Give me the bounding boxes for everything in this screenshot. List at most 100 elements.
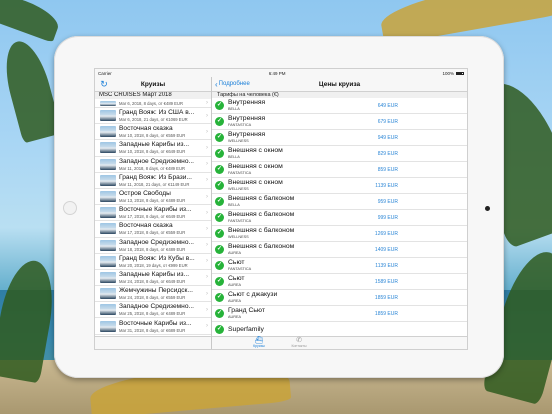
cruise-meta: Mar 24, 2018, 8 days, от €559 EUR	[119, 295, 186, 301]
cruise-name: Жемчужины Персидск...	[119, 287, 193, 295]
cruise-row[interactable]: Западное Средиземно... Mar 11, 2018, 8 da…	[95, 157, 211, 173]
cruise-name: Восточная сказка	[119, 125, 173, 133]
ship-name: FANTASTICA	[228, 219, 252, 223]
fare-row[interactable]: ✓ Внешняя с окном WELLNESS 1139 EUR	[212, 178, 467, 194]
checkmark-icon: ✓	[215, 133, 224, 142]
fare-list[interactable]: Тарифы на человека (€) ✓ Внутренняя BELLA 6…	[212, 92, 467, 336]
chevron-right-icon: ›	[206, 225, 208, 232]
cabin-type: Внешняя с балконом	[228, 227, 295, 234]
back-button[interactable]: ‹ Подробнее	[215, 80, 250, 89]
fare-price: 1589 EUR	[374, 278, 398, 285]
ship-thumbnail	[100, 191, 116, 203]
checkmark-icon: ✓	[215, 165, 224, 174]
ship-name: FANTASTICA	[228, 171, 252, 175]
fare-price: 999 EUR	[377, 214, 398, 221]
cruise-name: Восточные Карибы из...	[119, 319, 192, 327]
cruise-row[interactable]: Жемчужины Персидск... Mar 24, 2018, 8 day…	[95, 286, 211, 303]
cruise-row[interactable]: Восточная сказка Mar 17, 2018, 8 days, от…	[95, 221, 211, 238]
cruise-row[interactable]: Mar 6, 2018, 8 days, от €489 EUR ›	[95, 99, 211, 108]
tab-bar	[95, 336, 211, 349]
ship-name: AUREA	[228, 283, 242, 287]
checkmark-icon: ✓	[215, 261, 224, 270]
cruise-meta: Mar 17, 2018, 8 days, от €649 EUR	[119, 214, 186, 220]
ship-name: FANTASTICA	[228, 123, 252, 127]
carrier-label: Carrier	[98, 70, 112, 76]
ship-name: BELLA	[228, 203, 240, 207]
fare-price: 959 EUR	[377, 198, 398, 205]
chevron-right-icon: ›	[206, 100, 208, 106]
cruise-meta: Mar 31, 2018, 8 days, от €689 EUR	[119, 327, 186, 333]
fare-row[interactable]: ✓ Сьют с джакузи AUREA 1859 EUR	[212, 290, 467, 306]
screen: Carrier 6:49 PM 100% ↻ Круизы MSC CRUISE…	[94, 68, 468, 350]
checkmark-icon: ✓	[215, 117, 224, 126]
ship-thumbnail	[100, 255, 116, 267]
cruise-row[interactable]: Западные Карибы из... Mar 24, 2018, 8 day…	[95, 270, 211, 287]
cruise-row[interactable]: Остров Свободы Mar 13, 2018, 8 days, от €…	[95, 189, 211, 206]
fare-row[interactable]: ✓ Внутренняя WELLNESS 949 EUR	[212, 130, 467, 146]
battery-icon	[455, 71, 464, 76]
checkmark-icon: ✓	[215, 293, 224, 302]
cruise-meta: Mar 24, 2018, 8 days, от €649 EUR	[119, 278, 186, 284]
cruise-row[interactable]: Гранд Вояж: Из Кубы в... Mar 20, 2018, 19…	[95, 254, 211, 270]
refresh-icon[interactable]: ↻	[99, 79, 109, 89]
fare-row[interactable]: ✓ Внешняя с окном FANTASTICA 859 EUR	[212, 162, 467, 178]
cruise-meta: Mar 10, 2018, 8 days, от €649 EUR	[119, 149, 186, 155]
cruise-meta: Mar 10, 2018, 8 days, от €559 EUR	[119, 133, 186, 139]
fare-row[interactable]: ✓ Внешняя с балконом WELLNESS 1269 EUR	[212, 226, 467, 242]
cruise-name: Западное Средиземно...	[119, 303, 194, 311]
chevron-right-icon: ›	[206, 161, 208, 168]
fare-row[interactable]: ✓ Внешняя с балконом AUREA 1409 EUR	[212, 242, 467, 258]
cruise-row[interactable]: Восточная сказка Mar 10, 2018, 8 days, от…	[95, 124, 211, 141]
fare-row[interactable]: ✓ Гранд Сьют AUREA 1859 EUR	[212, 306, 467, 322]
cruise-row[interactable]: Западные Карибы из... Mar 10, 2018, 8 day…	[95, 140, 211, 157]
fare-row[interactable]: ✓ Внешняя с окном BELLA 829 EUR	[212, 146, 467, 162]
cruise-meta: Mar 18, 2018, 8 days, от €489 EUR	[119, 246, 186, 252]
fare-price: 1859 EUR	[374, 310, 398, 317]
chevron-right-icon: ›	[206, 177, 208, 184]
cruise-name: Западные Карибы из...	[119, 270, 190, 278]
ship-thumbnail	[100, 110, 116, 122]
fare-price: 649 EUR	[377, 102, 398, 109]
fare-row[interactable]: ✓ Внутренняя BELLA 649 EUR	[212, 98, 467, 114]
cruise-meta: Mar 11, 2018, 8 days, от €489 EUR	[119, 165, 185, 171]
tab-cruises[interactable]: ⛴ Круизы	[244, 337, 274, 348]
fare-price: 1409 EUR	[374, 246, 398, 253]
ship-thumbnail	[100, 223, 116, 235]
tab-label: Контакты	[291, 344, 307, 348]
cruise-row[interactable]: Гранд Вояж: Из Брази... Mar 11, 2018, 21 …	[95, 173, 211, 189]
cruise-row[interactable]: Гранд Вояж: Из США в... Mar 6, 2018, 21 d…	[95, 108, 211, 125]
status-bar: Carrier 6:49 PM 100%	[95, 69, 467, 77]
cruise-meta: Mar 6, 2018, 21 days, от €1069 EUR	[119, 117, 188, 123]
home-button[interactable]	[63, 201, 77, 215]
cruise-row[interactable]: Восточные Карибы из... Mar 31, 2018, 8 da…	[95, 318, 211, 335]
cabin-type: Внешняя с балконом	[228, 211, 295, 218]
palm-frond	[0, 0, 63, 43]
cruise-row[interactable]: Восточные Карибы из... Mar 17, 2018, 8 da…	[95, 205, 211, 222]
cruise-name: Восточная сказка	[119, 222, 173, 230]
cruise-name: Восточные Карибы из...	[119, 206, 192, 214]
fare-row[interactable]: ✓ Сьют AUREA 1589 EUR	[212, 274, 467, 290]
checkmark-icon: ✓	[215, 197, 224, 206]
cruise-name: Гранд Вояж: Из США в...	[119, 109, 195, 117]
master-pane: ↻ Круизы MSC CRUISES Март 2018 Mar 6, 20…	[95, 77, 212, 349]
detail-navbar: ‹ Подробнее Цены круиза	[212, 77, 467, 92]
fare-price: 1269 EUR	[374, 230, 398, 237]
cabin-type: Внешняя с окном	[228, 147, 283, 154]
cruise-list[interactable]: MSC CRUISES Март 2018 Mar 6, 2018, 8 day…	[95, 92, 211, 336]
fare-row[interactable]: ✓ Сьют FANTASTICA 1139 EUR	[212, 258, 467, 274]
cruise-row[interactable]: Западное Средиземно... Mar 18, 2018, 8 da…	[95, 238, 211, 254]
cruise-row[interactable]: Западное Средиземно... Mar 25, 2018, 8 da…	[95, 302, 211, 319]
fare-row[interactable]: ✓ Superfamily	[212, 322, 467, 336]
fare-row[interactable]: ✓ Внутренняя FANTASTICA 679 EUR	[212, 114, 467, 130]
ship-thumbnail	[100, 126, 116, 138]
fare-row[interactable]: ✓ Внешняя с балконом BELLA 959 EUR	[212, 194, 467, 210]
tab-bar-right: ⛴ Круизы ✆ Контакты	[212, 336, 467, 349]
checkmark-icon: ✓	[215, 277, 224, 286]
tab-contacts[interactable]: ✆ Контакты	[284, 337, 314, 348]
cruise-name: Западное Средиземно...	[119, 157, 194, 165]
ship-name: WELLNESS	[228, 139, 249, 143]
back-label: Подробнее	[218, 81, 250, 87]
fare-price: 829 EUR	[377, 150, 398, 157]
palm-frond	[0, 36, 63, 144]
fare-row[interactable]: ✓ Внешняя с балконом FANTASTICA 999 EUR	[212, 210, 467, 226]
